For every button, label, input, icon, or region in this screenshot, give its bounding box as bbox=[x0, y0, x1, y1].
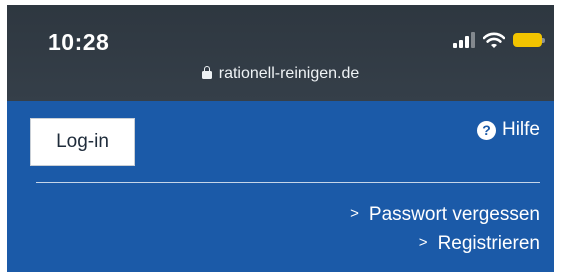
forgot-password-link[interactable]: > Passwort vergessen bbox=[350, 204, 540, 226]
cellular-signal-icon bbox=[453, 32, 475, 48]
wifi-icon bbox=[483, 32, 505, 48]
chevron-right-icon: > bbox=[418, 234, 428, 251]
battery-icon bbox=[513, 33, 545, 47]
question-circle-icon: ? bbox=[476, 120, 496, 140]
help-label: Hilfe bbox=[501, 119, 540, 140]
register-link[interactable]: > Registrieren bbox=[419, 233, 540, 255]
help-link[interactable]: ? Hilfe bbox=[476, 119, 540, 141]
register-label: Registrieren bbox=[437, 233, 540, 254]
status-bar: 10:28 rationell-reinigen.de bbox=[7, 5, 554, 101]
chevron-right-icon: > bbox=[350, 205, 359, 222]
divider bbox=[36, 182, 540, 183]
status-icons bbox=[453, 29, 545, 51]
status-time: 10:28 bbox=[48, 29, 110, 55]
lock-icon bbox=[201, 66, 212, 79]
address-url: rationell-reinigen.de bbox=[218, 65, 360, 82]
forgot-password-label: Passwort vergessen bbox=[368, 204, 540, 225]
login-button[interactable]: Log-in bbox=[30, 118, 135, 166]
address-bar[interactable]: rationell-reinigen.de bbox=[7, 65, 554, 83]
mobile-browser-screen: 10:28 rationell-reinigen.de Log-in ? Hil… bbox=[7, 5, 554, 272]
